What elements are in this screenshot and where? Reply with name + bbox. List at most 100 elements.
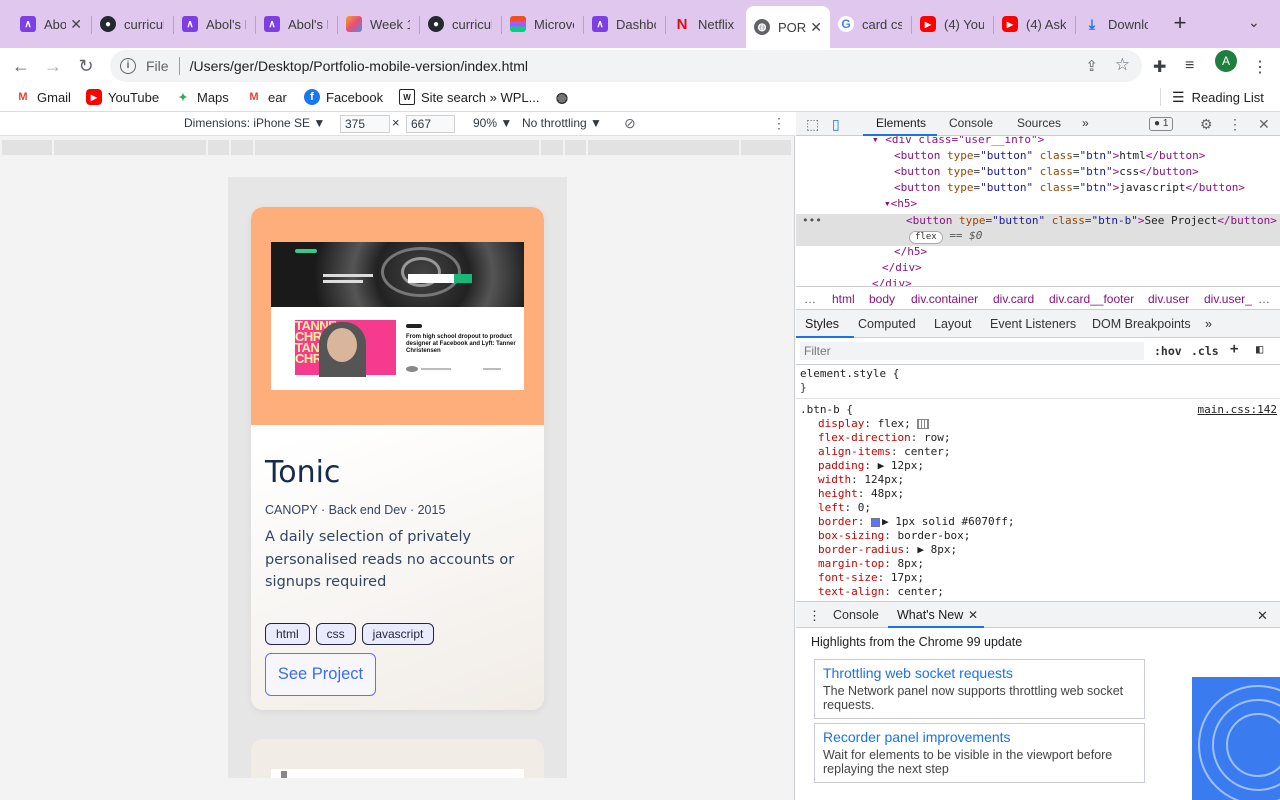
dom-line[interactable]: <button type="button" class="btn">html</… [894,148,1205,164]
tab-github-2[interactable]: ● curricul [420,8,500,40]
device-height-input[interactable]: 667 [406,115,455,133]
color-swatch[interactable] [871,517,880,527]
style-prop[interactable]: margin-top: 8px; [818,557,924,571]
add-rule-icon[interactable]: + [1230,341,1238,357]
chevron-down-icon[interactable]: ⌄ [1248,14,1260,31]
style-prop[interactable]: text-align: center; [818,585,944,599]
tab-abol-3[interactable]: ∧ Abol's F [256,8,336,40]
tab-styles[interactable]: Styles [805,317,839,331]
device-toggle-icon[interactable]: ▯ [832,116,840,133]
new-tab-button[interactable]: + [1168,12,1192,36]
tab-week[interactable]: Week 1 [338,8,418,40]
throttling-select[interactable]: No throttling ▼ [522,116,602,130]
address-bar[interactable]: i File /Users/ger/Desktop/Portfolio-mobi… [110,50,1142,82]
avatar[interactable]: A [1215,50,1237,72]
tab-event-listeners[interactable]: Event Listeners [990,317,1076,331]
sidebar-toggle-icon[interactable]: ◧ [1256,342,1263,356]
bookmark-youtube[interactable]: ▶ YouTube [86,87,159,107]
dom-line[interactable]: <button type="button" class="btn">javasc… [894,180,1245,196]
bookmark-facebook[interactable]: f Facebook [304,87,383,107]
url-text[interactable]: /Users/ger/Desktop/Portfolio-mobile-vers… [190,58,528,74]
whats-new-title[interactable]: Recorder panel improvements [823,729,1136,745]
whats-new-item[interactable]: Throttling web socket requests The Netwo… [814,659,1145,719]
breadcrumb-item[interactable]: div.card__footer [1049,292,1134,306]
style-prop[interactable]: width: 124px; [818,473,904,487]
tag-html-button[interactable]: html [265,623,310,645]
tag-css-button[interactable]: css [315,623,356,645]
breadcrumb-more[interactable]: … [804,292,816,306]
tab-youtube-1[interactable]: ▶ (4) You [912,8,992,40]
tab-youtube-2[interactable]: ▶ (4) Ask [994,8,1074,40]
reload-button[interactable]: ↻ [73,53,99,79]
tab-layout[interactable]: Layout [934,317,972,331]
style-prop[interactable]: display: flex; [818,417,930,431]
drawer-menu-icon[interactable]: ⋮ [808,608,821,624]
breadcrumb-more[interactable]: … [1258,292,1270,306]
dom-line[interactable]: </div> [872,276,912,286]
tab-computed[interactable]: Computed [858,317,916,331]
more-tabs-button[interactable]: » [1082,116,1089,130]
media-control-icon[interactable]: ≡ [1185,57,1194,75]
breadcrumb-item[interactable]: html [832,292,855,306]
rule-source-link[interactable]: main.css:142 [1198,403,1277,416]
reading-list-button[interactable]: ☰ Reading List [1160,87,1264,107]
tab-google[interactable]: G card cs [830,8,910,40]
style-prop[interactable]: height: 48px; [818,487,904,501]
tab-figma[interactable]: Microve [502,8,582,40]
tab-dashboard[interactable]: ∧ Dashbo [584,8,664,40]
bookmark-gmail[interactable]: M Gmail [15,87,71,107]
dom-line[interactable]: </h5> [894,244,927,260]
flex-badge[interactable]: flex [909,231,943,244]
drawer-tab-whats-new[interactable]: What's New [897,608,963,622]
breadcrumb-item[interactable]: div.card [993,292,1034,306]
style-prop[interactable]: font-size: 17px; [818,571,924,585]
bookmark-globe[interactable]: ◍ [554,87,576,107]
tab-github-1[interactable]: ● curricul [92,8,172,40]
whats-new-item[interactable]: Recorder panel improvements Wait for ele… [814,723,1145,783]
tab-console[interactable]: Console [949,116,993,130]
drawer-tab-console[interactable]: Console [833,608,879,622]
tab-abol-1[interactable]: ∧ Abo ✕ [12,8,90,40]
style-prop[interactable]: box-sizing: border-box; [818,529,970,543]
hov-toggle[interactable]: :hov [1154,344,1182,358]
close-icon[interactable]: ✕ [66,16,82,33]
rule-selector[interactable]: .btn-b { [800,403,853,417]
element-style-rule[interactable]: element.style { [800,367,899,381]
breadcrumb-item[interactable]: div.container [911,292,978,306]
bookmark-star-icon[interactable]: ☆ [1115,55,1130,75]
device-width-input[interactable]: 375 [340,115,390,133]
breadcrumb-item[interactable]: div.user_ [1204,292,1252,306]
close-icon[interactable]: ✕ [968,608,978,622]
device-dimensions-select[interactable]: Dimensions: iPhone SE ▼ [184,116,325,130]
bookmark-wpl[interactable]: W Site search » WPL... [399,87,540,107]
gear-icon[interactable]: ⚙ [1200,116,1213,133]
close-icon[interactable]: ✕ [806,19,822,36]
tab-dom-breakpoints[interactable]: DOM Breakpoints [1092,317,1191,331]
filter-input[interactable]: Filter [800,342,1144,360]
more-menu-icon[interactable]: ⋮ [1252,57,1268,77]
bookmark-ear[interactable]: M ear [246,87,286,107]
media-query-ruler[interactable] [2,140,793,155]
see-project-button[interactable]: See Project [265,653,376,696]
info-icon[interactable]: i [120,58,136,74]
style-prop[interactable]: flex-direction: row; [818,431,950,445]
style-prop[interactable]: align-items: center; [818,445,950,459]
zoom-select[interactable]: 90% ▼ [473,116,512,130]
close-drawer-icon[interactable]: ✕ [1257,608,1268,624]
ellipsis-icon[interactable]: ••• [802,213,822,229]
tab-netflix[interactable]: N Netflix [666,8,746,40]
issues-badge[interactable]: ● 1 [1149,117,1174,131]
more-icon[interactable]: ⋮ [1228,116,1242,133]
rotate-icon[interactable]: ⊘ [624,115,636,132]
flexbox-editor-icon[interactable] [917,419,930,429]
dom-line[interactable]: <button type="button" class="btn">css</b… [894,164,1199,180]
close-icon[interactable]: ✕ [1258,116,1270,133]
dom-tree[interactable]: ▾ <div class="user__info"> <button type=… [796,136,1280,286]
tab-sources[interactable]: Sources [1017,116,1061,130]
breadcrumb-item[interactable]: body [869,292,895,306]
cls-toggle[interactable]: .cls [1191,344,1219,358]
share-icon[interactable]: ⇪ [1085,57,1098,75]
style-prop[interactable]: padding: ▶ 12px; [818,459,924,473]
style-prop[interactable]: left: 0; [818,501,871,515]
style-prop[interactable]: border: ▶ 1px solid #6070ff; [818,515,1014,529]
